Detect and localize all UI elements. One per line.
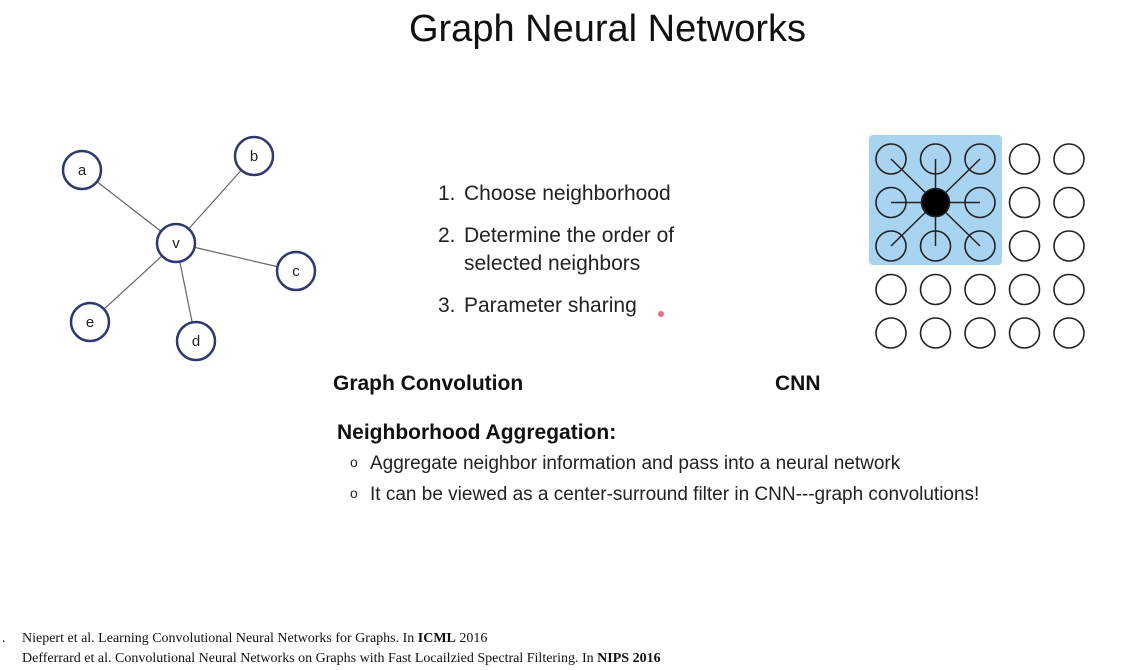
cnn-grid-diagram <box>869 135 1085 349</box>
steps-list: 1. Choose neighborhood 2. Determine the or… <box>438 180 674 334</box>
cnn-pixel <box>1008 273 1041 306</box>
bullet-mark: o <box>350 454 358 470</box>
bullet-text: Aggregate neighbor information and pass … <box>370 453 901 474</box>
cnn-pixel <box>1053 186 1085 219</box>
cnn-pixel <box>919 317 952 349</box>
node-label-e: e <box>86 314 94 331</box>
reference-number: . <box>2 631 6 646</box>
node-label-c: c <box>292 263 300 280</box>
node-label-d: d <box>192 333 200 350</box>
aggregation-bullet: o It can be viewed as a center-surround f… <box>350 484 979 506</box>
node-label-b: b <box>250 148 258 165</box>
cnn-caption: CNN <box>775 372 821 395</box>
step-text: Parameter sharing <box>464 294 637 317</box>
reference-venue: ICML <box>417 631 456 646</box>
step-item: 2. Determine the order of selected neighb… <box>438 222 674 278</box>
aggregation-title: Neighborhood Aggregation: <box>337 421 617 444</box>
bullet-text: It can be viewed as a center-surround fi… <box>370 484 980 505</box>
reference-year: 2016 <box>459 631 488 646</box>
step-item: 3. Parameter sharing <box>438 292 674 320</box>
reference-item: Defferrard et al. Convolutional Neural N… <box>0 651 661 667</box>
cnn-pixel <box>875 317 907 349</box>
cnn-pixel <box>1053 143 1085 175</box>
step-text: Determine the order of <box>464 224 675 247</box>
node-label-v: v <box>172 235 180 252</box>
cnn-pixel <box>875 273 907 306</box>
cnn-pixel <box>964 273 996 306</box>
step-item: 1. Choose neighborhood <box>438 180 674 208</box>
cnn-pixel <box>1053 317 1085 349</box>
cnn-pixel <box>964 317 996 349</box>
reference-text: Niepert et al. Learning Convolutional Ne… <box>22 631 415 646</box>
step-text-continued: selected neighbors <box>464 252 641 275</box>
laser-pointer-dot <box>658 311 664 317</box>
reference-year: 2016 <box>632 651 661 666</box>
cnn-pixel <box>1008 230 1041 262</box>
aggregation-bullet: o Aggregate neighbor information and pass… <box>350 453 900 475</box>
step-number: 3. <box>438 294 456 317</box>
node-label-a: a <box>78 162 87 179</box>
bullet-mark: o <box>350 485 358 501</box>
cnn-pixel <box>1053 273 1085 306</box>
reference-text: Defferrard et al. Convolutional Neural N… <box>22 651 594 666</box>
cnn-pixel <box>1053 230 1085 262</box>
reference-venue: NIPS <box>597 651 630 666</box>
step-text: Choose neighborhood <box>464 182 671 205</box>
cnn-pixel <box>1008 186 1041 219</box>
step-number: 2. <box>438 224 456 247</box>
reference-item: . Niepert et al. Learning Convolutional N… <box>0 631 487 647</box>
cnn-pixel <box>1008 143 1041 175</box>
graph-convolution-caption: Graph Convolution <box>333 372 524 395</box>
cnn-pixel <box>919 273 952 306</box>
cnn-pixel <box>1008 317 1041 349</box>
graph-diagram: a b c d e v <box>61 135 317 362</box>
cnn-center-pixel <box>920 187 951 218</box>
step-number: 1. <box>438 182 456 205</box>
